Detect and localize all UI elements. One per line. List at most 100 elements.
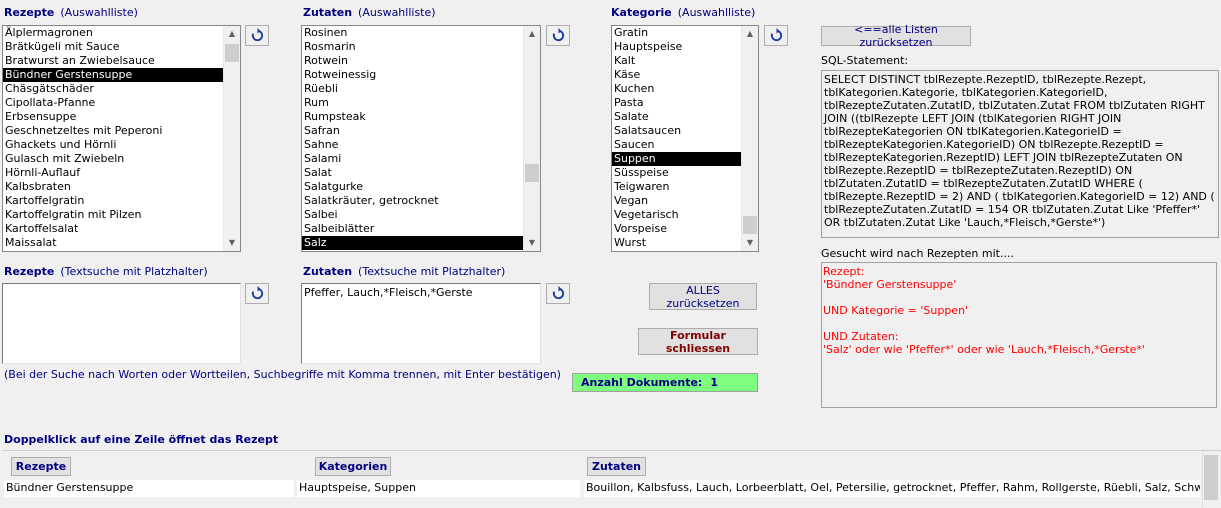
results-grid: Rezepte Kategorien Zutaten Bündner Gerst… [2,450,1221,508]
list-item[interactable]: Salbei [302,208,523,222]
list-item[interactable]: Salatkräuter, getrocknet [302,194,523,208]
list-item[interactable]: Bündner Gerstensuppe [3,68,223,82]
list-item[interactable]: Hörnli-Auflauf [3,166,223,180]
search-result-box: Rezept: 'Bündner Gerstensuppe' UND Kategor… [821,262,1217,408]
refresh-icon [552,28,564,42]
rezepte-search-label: Rezepte (Textsuche mit Platzhalter) [4,265,208,278]
refresh-icon [552,286,564,300]
list-item[interactable]: Chäsgätschäder [3,82,223,96]
list-item[interactable]: Vegan [612,194,741,208]
scroll-thumb[interactable] [1204,455,1218,500]
scroll-thumb[interactable] [225,44,239,62]
rezepte-scrollbar[interactable]: ▲ ▼ [223,26,240,251]
list-item[interactable]: Hauptspeise [612,40,741,54]
list-item[interactable]: Erbsensuppe [3,110,223,124]
rezepte-search-input[interactable] [2,283,241,364]
list-item[interactable]: Gulasch mit Zwiebeln [3,152,223,166]
grid-header-kategorien[interactable]: Kategorien [315,457,391,476]
scroll-thumb[interactable] [743,216,757,234]
list-item[interactable]: Pasta [612,96,741,110]
chevron-up-icon[interactable]: ▲ [742,26,758,42]
list-item[interactable]: Safran [302,124,523,138]
list-item[interactable]: Rum [302,96,523,110]
scroll-thumb[interactable] [525,164,539,182]
list-item[interactable]: Gratin [612,26,741,40]
list-item[interactable]: Vorspeise [612,222,741,236]
list-item[interactable]: Kalt [612,54,741,68]
list-item[interactable]: Rosmarin [302,40,523,54]
list-item[interactable]: Suppen [612,152,741,166]
list-item[interactable]: Älplermagronen [3,26,223,40]
list-item[interactable]: Rumpsteak [302,110,523,124]
list-item[interactable]: Teigwaren [612,180,741,194]
search-result-line [823,291,1215,304]
list-item[interactable]: Rüebli [302,82,523,96]
list-item[interactable]: Bratwurst an Zwiebelsauce [3,54,223,68]
rezepte-search-refresh-button[interactable] [245,283,269,304]
search-result-line: UND Zutaten: [823,330,899,343]
list-item[interactable]: Maissalat [3,236,223,250]
list-item[interactable]: Salat [302,166,523,180]
zutaten-search-input[interactable]: Pfeffer, Lauch,*Fleisch,*Gerste [301,283,541,364]
search-result-line [823,317,1215,330]
grid-header-zutaten[interactable]: Zutaten [587,457,646,476]
chevron-up-icon[interactable]: ▲ [224,26,240,42]
sql-statement-box[interactable]: SELECT DISTINCT tblRezepte.RezeptID, tbl… [821,70,1219,238]
list-item[interactable]: Wurst [612,236,741,250]
list-item[interactable]: Kalbsbraten [3,180,223,194]
list-item[interactable]: Kartoffelsalat [3,222,223,236]
list-item[interactable]: Cipollata-Pfanne [3,96,223,110]
search-result-label: Gesucht wird nach Rezepten mit.... [821,247,1014,260]
grid-cell-zutaten[interactable]: Bouillon, Kalbsfuss, Lauch, Lorbeerblatt… [584,480,1200,497]
zutaten-list-refresh-button[interactable] [546,25,570,46]
list-item[interactable]: Kuchen [612,82,741,96]
list-item[interactable]: Rosinen [302,26,523,40]
list-item[interactable]: Geschnetzeltes mit Peperoni [3,124,223,138]
reset-all-button[interactable]: ALLES zurücksetzen [649,283,757,310]
grid-header-rezepte[interactable]: Rezepte [11,457,71,476]
list-item[interactable]: Salatgurke [302,180,523,194]
zutaten-search-refresh-button[interactable] [546,283,570,304]
reset-lists-button[interactable]: <==alle Listen zurücksetzen [821,23,971,49]
list-item[interactable]: Vegetarisch [612,208,741,222]
grid-scrollbar[interactable] [1202,451,1219,508]
rezepte-list-refresh-button[interactable] [245,25,269,46]
search-result-line: 'Salz' oder wie 'Pfeffer*' oder wie 'Lau… [823,343,1145,356]
list-item[interactable]: Käse [612,68,741,82]
chevron-up-icon[interactable]: ▲ [524,26,540,42]
chevron-down-icon[interactable]: ▼ [524,235,540,251]
list-item[interactable]: Salatsaucen [612,124,741,138]
kategorie-scrollbar[interactable]: ▲ ▼ [741,26,758,251]
list-item[interactable]: Sahne [302,138,523,152]
list-item[interactable]: Süsspeise [612,166,741,180]
document-count: Anzahl Dokumente: 1 [572,373,758,392]
grid-caption: Doppelklick auf eine Zeile öffnet das Re… [4,433,279,446]
list-item[interactable]: Rotweinessig [302,68,523,82]
zutaten-scrollbar[interactable]: ▲ ▼ [523,26,540,251]
list-item[interactable]: Kartoffelgratin mit Pilzen [3,208,223,222]
list-item[interactable]: Ghackets und Hörnli [3,138,223,152]
grid-cell-rezept[interactable]: Bündner Gerstensuppe [4,480,294,497]
list-item[interactable]: Rotwein [302,54,523,68]
list-item[interactable]: Salami [302,152,523,166]
list-item[interactable]: Salz [302,236,523,250]
chevron-down-icon[interactable]: ▼ [742,235,758,251]
kategorie-listbox[interactable]: Gratin Hauptspeise Kalt Käse Kuchen Pasta Sala… [611,25,759,252]
refresh-icon [251,286,263,300]
kategorie-list-label: Kategorie (Auswahlliste) [611,6,756,19]
search-result-line: UND Kategorie = 'Suppen' [823,304,969,317]
list-item[interactable]: Saucen [612,138,741,152]
list-item[interactable]: Salate [612,110,741,124]
close-form-button[interactable]: Formular schliessen [638,328,758,355]
list-item[interactable]: Salbeiblätter [302,222,523,236]
rezepte-listbox[interactable]: Älplermagronen Brätkügeli mit Sauce Bratwu… [2,25,241,252]
chevron-down-icon[interactable]: ▼ [224,235,240,251]
document-count-label: Anzahl Dokumente: [581,376,703,389]
kategorie-list-refresh-button[interactable] [764,25,788,46]
list-item[interactable]: Brätkügeli mit Sauce [3,40,223,54]
grid-cell-kategorien[interactable]: Hauptspeise, Suppen [297,480,580,497]
zutaten-listbox[interactable]: Rosinen Rosmarin Rotwein Rotweinessig Rüebli… [301,25,541,252]
refresh-icon [251,28,263,42]
list-item[interactable]: Kartoffelgratin [3,194,223,208]
zutaten-search-label: Zutaten (Textsuche mit Platzhalter) [303,265,506,278]
